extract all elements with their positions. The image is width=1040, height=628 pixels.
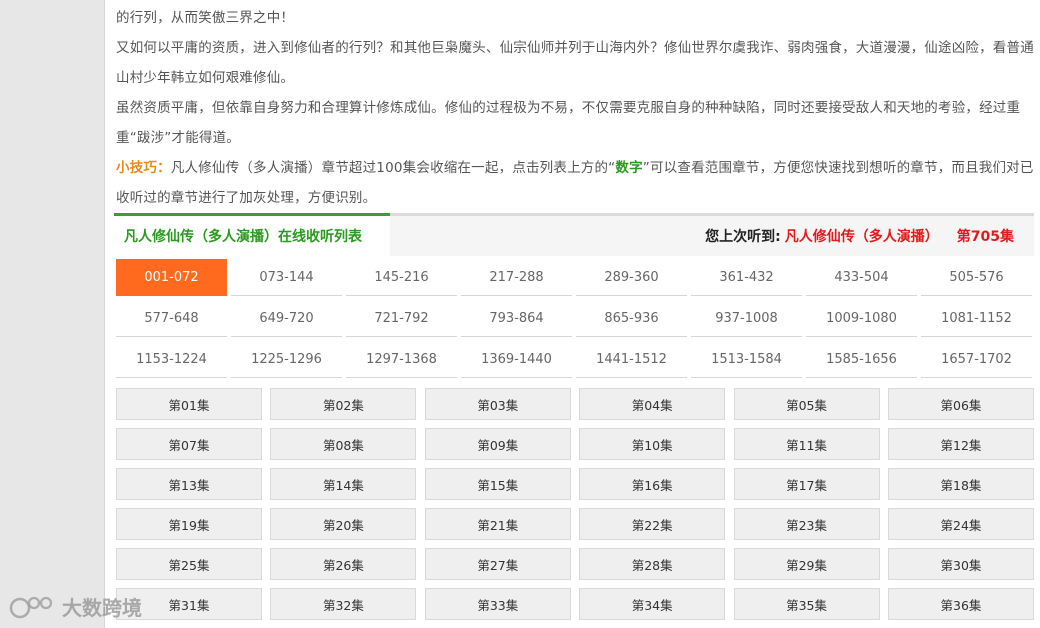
episode-button[interactable]: 第02集 (270, 388, 417, 420)
range-tab[interactable]: 073-144 (231, 259, 342, 296)
episode-button[interactable]: 第11集 (733, 428, 880, 460)
episode-button[interactable]: 第14集 (270, 468, 417, 500)
intro-paragraph-3: 虽然资质平庸，但依靠自身努力和合理算计修炼成仙。修仙的过程极为不易，不仅需要克服… (116, 100, 1021, 146)
tab-online-playlist[interactable]: 凡人修仙传（多人演播）在线收听列表 (114, 213, 390, 256)
episode-button[interactable]: 第03集 (424, 388, 571, 420)
range-tab[interactable]: 1297-1368 (346, 341, 457, 378)
range-tab[interactable]: 1513-1584 (691, 341, 802, 378)
left-gutter (0, 0, 105, 628)
tip-label: 小技巧： (116, 160, 171, 176)
range-tab[interactable]: 793-864 (461, 300, 572, 337)
last-heard-title[interactable]: 凡人修仙传（多人演播） (785, 226, 939, 246)
episode-button[interactable]: 第01集 (116, 388, 262, 420)
range-tab[interactable]: 361-432 (691, 259, 802, 296)
episode-button[interactable]: 第23集 (733, 508, 880, 540)
range-tab[interactable]: 433-504 (806, 259, 917, 296)
episode-button[interactable]: 第36集 (887, 588, 1034, 620)
last-heard-episode[interactable]: 第705集 (957, 226, 1014, 246)
episode-button[interactable]: 第15集 (424, 468, 571, 500)
tip-text-a: 凡人修仙传（多人演播）章节超过100集会收缩在一起，点击列表上方的“ (170, 160, 616, 176)
episode-button[interactable]: 第24集 (887, 508, 1034, 540)
range-tab[interactable]: 001-072 (116, 259, 227, 296)
episode-button[interactable]: 第21集 (424, 508, 571, 540)
book-intro: 的行列，从而笑傲三界之中！ 又如何以平庸的资质，进入到修仙者的行列？和其他巨枭魔… (116, 3, 1034, 213)
episode-button[interactable]: 第33集 (424, 588, 571, 620)
episode-button[interactable]: 第25集 (116, 548, 262, 580)
range-tab[interactable]: 649-720 (231, 300, 342, 337)
episode-button[interactable]: 第18集 (887, 468, 1034, 500)
intro-paragraph-2: 又如何以平庸的资质，进入到修仙者的行列？和其他巨枭魔头、仙宗仙师并列于山海内外？… (116, 40, 1034, 86)
episode-button[interactable]: 第17集 (733, 468, 880, 500)
watermark: 大数跨境 (8, 592, 142, 621)
episode-button[interactable]: 第27集 (424, 548, 571, 580)
range-tab[interactable]: 1657-1702 (921, 341, 1032, 378)
range-tab[interactable]: 217-288 (461, 259, 572, 296)
range-tab[interactable]: 1369-1440 (461, 341, 572, 378)
episode-button[interactable]: 第32集 (270, 588, 417, 620)
episode-button[interactable]: 第05集 (733, 388, 880, 420)
intro-line-1: 的行列，从而笑傲三界之中！ (116, 10, 295, 26)
episode-button[interactable]: 第16集 (579, 468, 726, 500)
range-tab[interactable]: 1225-1296 (231, 341, 342, 378)
episode-button[interactable]: 第09集 (424, 428, 571, 460)
last-heard-info: 您上次听到: 凡人修仙传（多人演播） 第705集 (705, 216, 1014, 256)
range-tab[interactable]: 1585-1656 (806, 341, 917, 378)
tip-keyword: 数字 (615, 160, 643, 176)
playlist-tabbar: 凡人修仙传（多人演播）在线收听列表 您上次听到: 凡人修仙传（多人演播） 第70… (114, 213, 1034, 256)
range-selector: 001-072 073-144 145-216 217-288 289-360 361-4… (116, 259, 1034, 378)
range-tab[interactable]: 1081-1152 (921, 300, 1032, 337)
brand-logo-icon (9, 596, 53, 618)
range-tab[interactable]: 577-648 (116, 300, 227, 337)
range-tab[interactable]: 505-576 (921, 259, 1032, 296)
episode-button[interactable]: 第08集 (270, 428, 417, 460)
range-tab[interactable]: 721-792 (346, 300, 457, 337)
episode-button[interactable]: 第29集 (733, 548, 880, 580)
episode-grid: 第01集 第02集 第03集 第04集 第05集 第06集第07集 第08集 第09集 第10集… (116, 388, 1034, 620)
range-tab[interactable]: 145-216 (346, 259, 457, 296)
episode-button[interactable]: 第12集 (887, 428, 1034, 460)
last-heard-label: 您上次听到: (705, 229, 781, 245)
range-tab[interactable]: 865-936 (576, 300, 687, 337)
episode-button[interactable]: 第34集 (579, 588, 726, 620)
episode-button[interactable]: 第07集 (116, 428, 262, 460)
range-tab[interactable]: 1153-1224 (116, 341, 227, 378)
episode-button[interactable]: 第20集 (270, 508, 417, 540)
episode-button[interactable]: 第04集 (579, 388, 726, 420)
episode-button[interactable]: 第06集 (887, 388, 1034, 420)
range-tab[interactable]: 937-1008 (691, 300, 802, 337)
episode-button[interactable]: 第19集 (116, 508, 262, 540)
range-tab[interactable]: 1009-1080 (806, 300, 917, 337)
episode-button[interactable]: 第35集 (733, 588, 880, 620)
episode-button[interactable]: 第22集 (579, 508, 726, 540)
episode-button[interactable]: 第26集 (270, 548, 417, 580)
range-tab[interactable]: 289-360 (576, 259, 687, 296)
episode-button[interactable]: 第13集 (116, 468, 262, 500)
episode-button[interactable]: 第28集 (579, 548, 726, 580)
episode-button[interactable]: 第10集 (579, 428, 726, 460)
range-tab[interactable]: 1441-1512 (576, 341, 687, 378)
episode-button[interactable]: 第30集 (887, 548, 1034, 580)
tip-paragraph: 小技巧：凡人修仙传（多人演播）章节超过100集会收缩在一起，点击列表上方的“数字… (116, 153, 1034, 213)
main-content: 的行列，从而笑傲三界之中！ 又如何以平庸的资质，进入到修仙者的行列？和其他巨枭魔… (114, 0, 1034, 620)
watermark-text: 大数跨境 (62, 596, 142, 620)
